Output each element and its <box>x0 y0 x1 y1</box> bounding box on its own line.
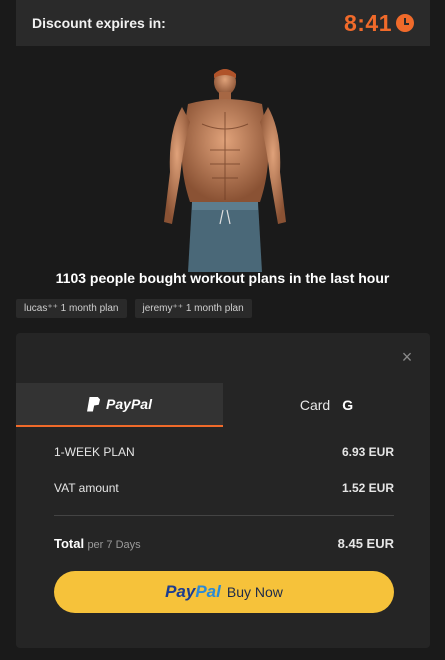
social-proof-headline: 1103 people bought workout plans in the … <box>55 270 390 286</box>
total-period: per 7 Days <box>87 539 141 551</box>
athlete-illustration <box>164 69 286 272</box>
paypal-icon <box>87 396 101 412</box>
tab-card-label: Card <box>299 397 331 413</box>
line-item-amount: 1.52 EUR <box>341 481 394 495</box>
paypal-logo: PayPal <box>106 396 152 412</box>
line-item: VAT amount 1.52 EUR <box>54 481 394 495</box>
recent-purchases: lucas⁺⁺ 1 month plan jeremy⁺⁺ 1 month pl… <box>16 299 252 318</box>
close-icon[interactable]: × <box>400 348 414 366</box>
total-title: Total <box>54 536 85 551</box>
line-item-label: VAT amount <box>54 481 119 495</box>
buy-now-label: Buy Now <box>226 584 283 600</box>
google-icon: G <box>342 397 354 413</box>
total-row: Total per 7 Days 8.45 EUR <box>54 536 394 551</box>
timer-display: 8:41 <box>344 10 414 37</box>
discount-timer-bar: Discount expires in: 8:41 <box>16 0 430 46</box>
timer-value: 8:41 <box>343 9 392 36</box>
paypal-logo: PayPal <box>165 582 221 602</box>
total-label: Total per 7 Days <box>54 536 141 551</box>
tab-paypal[interactable]: PayPal <box>16 383 223 427</box>
tab-card[interactable]: Card G <box>223 383 430 427</box>
paypal-logo-pal: Pal <box>195 582 221 601</box>
checkout-panel: × PayPal Card G 1-WEEK PLAN 6.93 EUR VAT… <box>16 333 430 648</box>
line-item: 1-WEEK PLAN 6.93 EUR <box>54 445 394 459</box>
purchase-badge: lucas⁺⁺ 1 month plan <box>16 299 127 318</box>
payment-method-tabs: PayPal Card G <box>16 383 430 427</box>
timer-label: Discount expires in: <box>32 15 166 31</box>
clock-icon <box>396 14 414 32</box>
hero-image <box>150 62 300 272</box>
total-amount: 8.45 EUR <box>337 536 394 551</box>
purchase-badge: jeremy⁺⁺ 1 month plan <box>134 299 252 318</box>
paypal-buy-now-button[interactable]: PayPal Buy Now <box>54 571 394 613</box>
line-item-label: 1-WEEK PLAN <box>54 445 135 459</box>
line-item-amount: 6.93 EUR <box>341 445 394 459</box>
divider <box>54 515 394 516</box>
paypal-logo-pay: Pay <box>165 582 196 601</box>
